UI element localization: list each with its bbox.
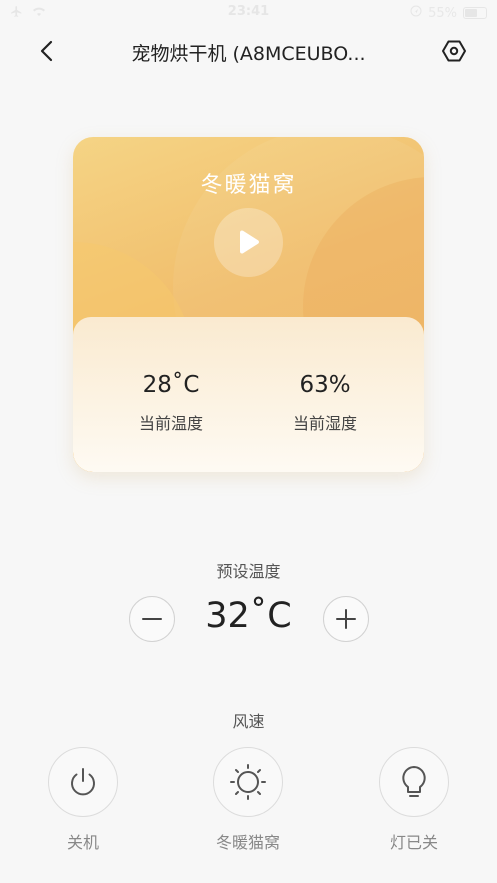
sun-icon bbox=[230, 764, 266, 800]
humidity-label: 当前湿度 bbox=[292, 414, 357, 433]
preset-temperature-value: 32˚C bbox=[205, 596, 292, 636]
nav-bar: 宠物烘干机 (A8MCEUBO... bbox=[0, 26, 497, 76]
page-title: 宠物烘干机 (A8MCEUBO... bbox=[131, 43, 366, 65]
power-label: 关机 bbox=[66, 833, 99, 852]
readings-panel: 28˚C 当前温度 63% 当前湿度 bbox=[73, 317, 424, 472]
humidity-reading: 63% 当前湿度 bbox=[245, 372, 405, 434]
settings-button[interactable] bbox=[437, 34, 471, 68]
status-time: 23:41 bbox=[227, 4, 270, 19]
play-button[interactable] bbox=[214, 208, 283, 277]
settings-icon bbox=[442, 40, 466, 62]
wind-speed-label: 风速 bbox=[232, 712, 265, 731]
plus-icon bbox=[336, 609, 356, 629]
light-button[interactable]: 灯已关 bbox=[374, 747, 454, 853]
back-button[interactable] bbox=[30, 34, 64, 68]
battery-icon bbox=[463, 7, 487, 19]
device-status-card: 冬暖猫窝 28˚C 当前温度 63% 当前湿度 bbox=[73, 137, 424, 472]
light-label: 灯已关 bbox=[389, 833, 438, 852]
minus-icon bbox=[142, 618, 162, 620]
preset-temperature-label: 预设温度 bbox=[216, 562, 281, 581]
mode-label: 冬暖猫窝 bbox=[215, 833, 280, 852]
temperature-value: 28˚C bbox=[142, 372, 200, 398]
bulb-icon bbox=[402, 766, 426, 797]
power-icon bbox=[71, 768, 95, 796]
increase-temperature-button[interactable] bbox=[323, 596, 369, 642]
chevron-left-icon bbox=[40, 40, 53, 62]
mode-button[interactable]: 冬暖猫窝 bbox=[208, 747, 288, 853]
decrease-temperature-button[interactable] bbox=[129, 596, 175, 642]
current-mode-title: 冬暖猫窝 bbox=[200, 173, 297, 198]
play-icon bbox=[239, 230, 259, 253]
humidity-value: 63% bbox=[299, 372, 351, 398]
status-bar: 23:41 55% bbox=[0, 0, 497, 26]
temperature-reading: 28˚C 当前温度 bbox=[91, 372, 251, 434]
temperature-label: 当前温度 bbox=[138, 414, 203, 433]
power-button[interactable]: 关机 bbox=[43, 747, 123, 853]
